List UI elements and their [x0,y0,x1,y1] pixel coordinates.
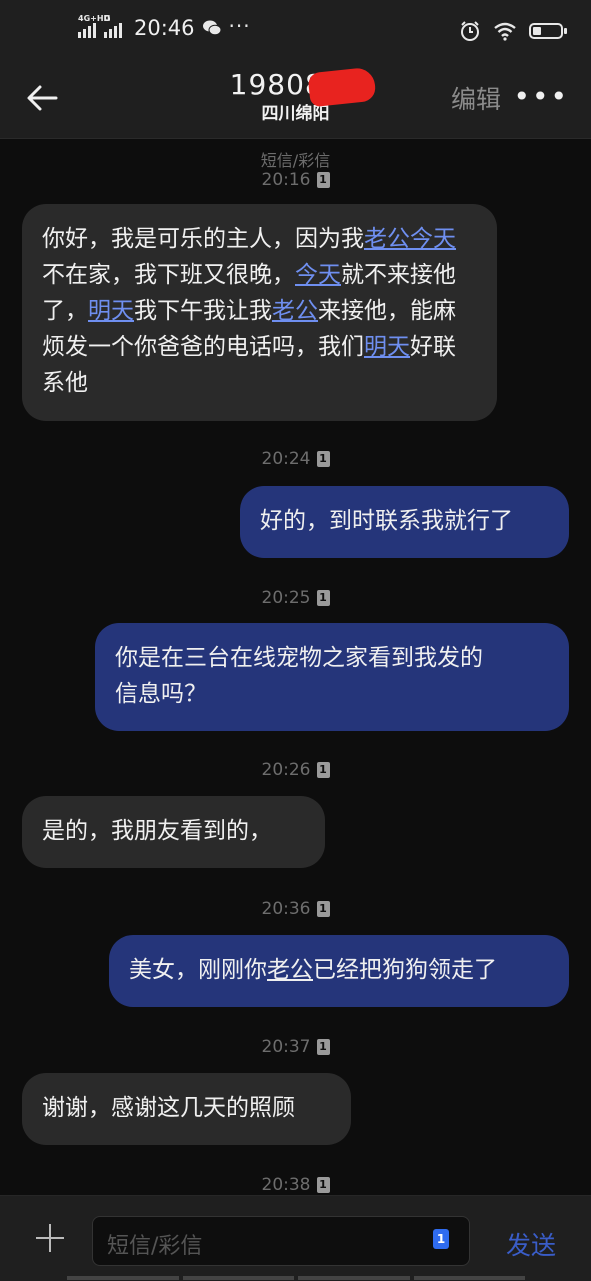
status-right [459,20,567,42]
network-type-label-2: G [104,14,111,23]
timestamp: 20:26 1 [0,760,591,780]
sim-card-icon: 1 [316,901,330,917]
sim-card-icon: 1 [316,1039,330,1055]
status-time: 20:46 [134,16,195,40]
add-attachment-icon[interactable] [34,1222,66,1254]
outgoing-message[interactable]: 好的，到时联系我就行了 [240,486,569,558]
date-link[interactable]: 今天 [295,262,341,288]
sim-card-icon: 1 [316,590,330,606]
battery-icon [529,23,567,39]
date-link[interactable]: 老公 [272,298,318,324]
keyboard-edge [67,1276,525,1280]
outgoing-message[interactable]: 你是在三台在线宠物之家看到我发的 信息吗？ [95,623,569,731]
conversation-header: 1980821 四川绵阳 编辑 ••• [0,64,591,139]
message-composer: 短信/彩信 1 发送 [0,1195,591,1281]
date-link[interactable]: 老公 [267,957,313,983]
sim-card-icon: 1 [316,172,330,188]
timestamp: 20:36 1 [0,899,591,919]
outgoing-message[interactable]: 美女，刚刚你老公已经把狗狗领走了 [109,935,569,1007]
wifi-icon [494,22,516,41]
date-link[interactable]: 明天 [88,298,134,324]
sim-card-icon: 1 [316,762,330,778]
contact-location: 四川绵阳 [261,104,330,124]
message-input-placeholder: 短信/彩信 [107,1234,203,1259]
sim-card-icon: 1 [316,1177,330,1193]
timestamp: 20:37 1 [0,1037,591,1057]
incoming-message[interactable]: 谢谢，感谢这几天的照顾 [22,1073,351,1145]
more-notifications-icon: ··· [228,14,251,38]
message-input[interactable]: 短信/彩信 1 [92,1216,470,1266]
date-link[interactable]: 明天 [364,334,410,360]
contact-info: 1980821 四川绵阳 [0,66,591,124]
status-left: 4G+HD G 20:46 ··· [78,14,251,40]
incoming-message[interactable]: 是的，我朋友看到的， [22,796,325,868]
more-options-button[interactable]: ••• [513,80,569,113]
contact-number: 1980821 [230,66,377,108]
date-link[interactable]: 今天 [410,226,456,252]
wechat-icon [202,20,221,36]
channel-label: 短信/彩信 [260,151,331,170]
message-list[interactable]: 短信/彩信 20:16 1 你好，我是可乐的主人，因为我老公今天不在家，我下班又很… [0,139,591,1195]
timestamp: 20:38 1 [0,1175,591,1195]
signal-strength-icon-2: G [104,14,122,38]
signal-strength-icon: 4G+HD [78,14,110,38]
edit-button[interactable]: 编辑 [451,80,501,116]
send-button[interactable]: 发送 [506,1226,556,1262]
timestamp: 20:25 1 [0,588,591,608]
alarm-icon [461,21,479,41]
status-bar: 4G+HD G 20:46 ··· [0,0,591,64]
timestamp: 20:24 1 [0,449,591,469]
timestamp: 20:16 1 [0,170,591,190]
incoming-message[interactable]: 你好，我是可乐的主人，因为我老公今天不在家，我下班又很晚，今天就不来接他了，明天… [22,204,497,421]
sim-card-icon: 1 [316,451,330,467]
date-link[interactable]: 老公 [364,226,410,252]
sim-select-icon[interactable]: 1 [433,1229,449,1249]
